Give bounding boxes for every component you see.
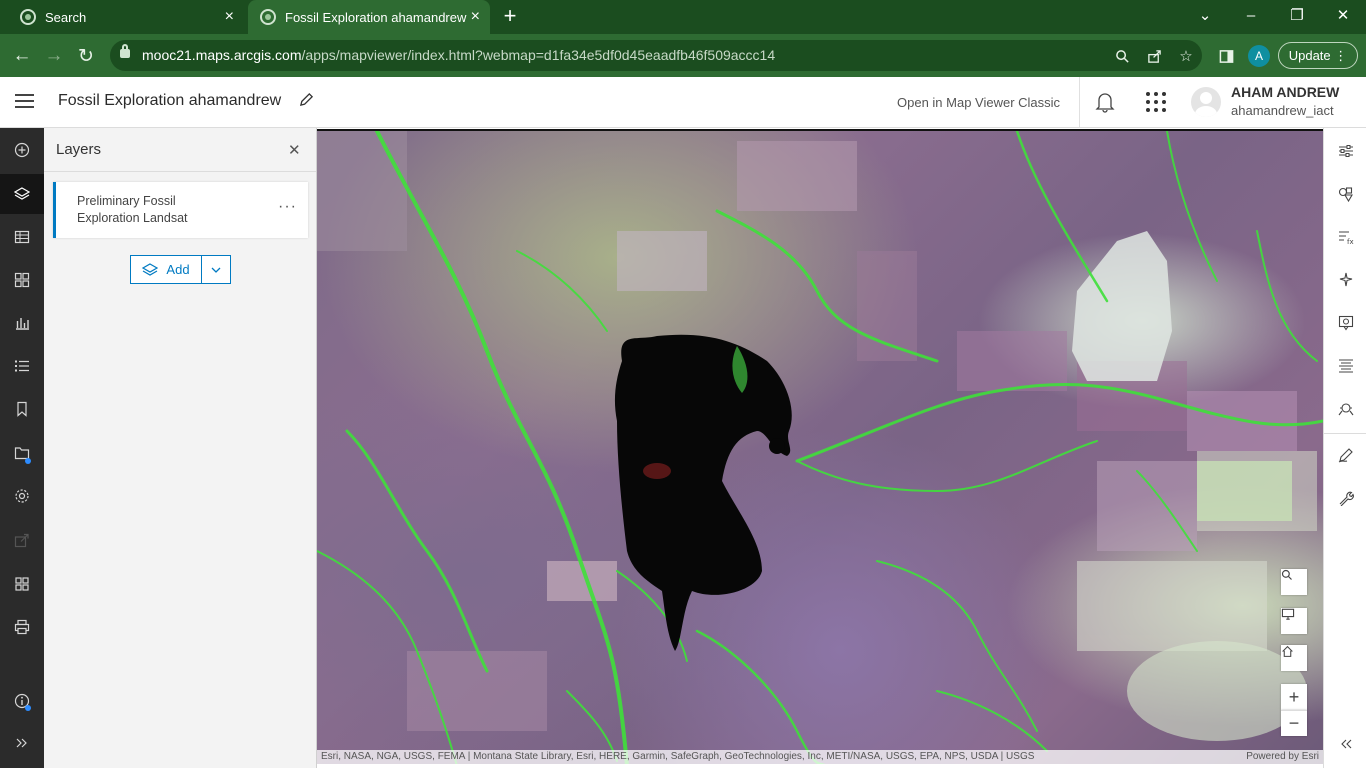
collapse-icon[interactable] [1324,722,1366,765]
home-icon[interactable] [1281,645,1307,671]
browser-tab-strip: Search × Fossil Exploration ahamandrew ×… [0,0,1366,34]
map-attribution[interactable]: Esri, NASA, NGA, USGS, FEMA | Montana St… [317,750,1323,764]
back-icon[interactable]: ← [8,42,36,70]
browser-toolbar: ← → ↻ mooc21.maps.arcgis.com/apps/mapvie… [0,34,1366,77]
fields-icon[interactable] [1324,344,1366,387]
header-divider [1079,77,1080,127]
profile-avatar[interactable]: A [1248,45,1270,67]
app-tiles-icon[interactable] [0,564,44,604]
close-icon[interactable]: ✕ [288,141,301,159]
analysis-icon[interactable] [1324,387,1366,430]
legend-list-icon[interactable] [0,346,44,386]
tab-title: Search [45,9,87,25]
effects-icon[interactable] [1324,258,1366,301]
panel-header: Layers ✕ [44,128,316,172]
address-bar[interactable]: mooc21.maps.arcgis.com/apps/mapviewer/in… [110,40,1202,71]
app-launcher-icon[interactable] [1146,92,1166,112]
bell-icon[interactable] [1095,91,1115,113]
notification-dot [25,458,31,464]
table-icon[interactable] [0,217,44,257]
minimize-icon[interactable]: – [1228,0,1274,30]
properties-icon[interactable] [1324,129,1366,172]
add-layer-icon[interactable] [0,130,44,170]
sketch-icon[interactable] [1324,433,1366,476]
globe-icon [20,9,36,25]
bookmark-icon[interactable] [0,389,44,429]
gear-icon[interactable] [0,476,44,516]
left-action-bar [0,128,44,768]
bar-chart-icon[interactable] [0,303,44,343]
menu-dots-icon: ⋮ [1334,47,1348,63]
globe-icon [260,9,276,25]
restore-icon[interactable]: ❐ [1274,0,1320,30]
close-icon[interactable]: × [225,9,234,25]
field-parcels [317,131,1317,731]
open-classic-link[interactable]: Open in Map Viewer Classic [897,95,1060,110]
reload-icon[interactable]: ↻ [72,42,100,70]
powered-by-esri[interactable]: Powered by Esri [1246,750,1319,764]
app-header: Fossil Exploration ahamandrew Open in Ma… [0,77,1366,128]
layers-panel: Layers ✕ Preliminary Fossil Exploration … [44,128,317,768]
layer-name: Preliminary Fossil Exploration Landsat [77,194,188,225]
add-button[interactable]: Add [131,256,202,283]
new-tab-button[interactable]: + [499,5,521,27]
zoom-out-icon[interactable]: − [1281,710,1307,736]
folder-icon[interactable] [0,433,44,473]
expand-icon[interactable] [0,723,44,763]
layers-icon [142,262,159,276]
filter-expression-icon[interactable]: fx [1324,215,1366,258]
monitor-icon[interactable] [1281,608,1307,634]
dashboard-icon[interactable] [0,260,44,300]
panel-title: Layers [56,141,102,158]
satellite-imagery [317,131,1323,764]
styles-icon[interactable] [1324,172,1366,215]
map-view[interactable]: + − Esri, NASA, NGA, USGS, FEMA | Montan… [317,129,1323,764]
user-name[interactable]: AHAM ANDREW [1231,84,1339,100]
tab-search[interactable]: Search × [8,0,244,34]
layers-icon[interactable] [0,174,44,214]
chevron-down-icon[interactable] [202,256,230,283]
tab-fossil-exploration[interactable]: Fossil Exploration ahamandrew × [248,0,490,34]
star-icon[interactable]: ☆ [1174,44,1198,68]
more-options-icon[interactable]: ··· [278,198,297,216]
right-tool-bar: fx [1323,128,1366,768]
url-text[interactable]: mooc21.maps.arcgis.com/apps/mapviewer/in… [142,47,775,63]
page-title: Fossil Exploration ahamandrew [58,92,282,109]
print-icon[interactable] [0,607,44,647]
avatar[interactable] [1191,87,1221,117]
share-icon[interactable] [0,520,44,560]
add-label: Add [166,262,190,277]
search-icon[interactable] [1281,569,1307,595]
tab-search-icon[interactable]: ⌄ [1182,0,1228,30]
add-layer-group: Add [130,255,231,284]
popups-icon[interactable] [1324,301,1366,344]
info-icon[interactable] [0,681,44,721]
forward-icon[interactable]: → [40,42,68,70]
svg-text:fx: fx [1347,238,1354,245]
lock-icon [120,44,130,58]
tab-title: Fossil Exploration ahamandrew [285,9,467,25]
pencil-icon[interactable] [299,92,314,112]
wrench-icon[interactable] [1324,476,1366,519]
zoom-icon[interactable] [1110,44,1134,68]
notification-dot [25,705,31,711]
update-button[interactable]: Update ⋮ [1278,42,1358,69]
side-panel-icon[interactable] [1212,42,1240,70]
window-close-icon[interactable]: ✕ [1320,0,1366,30]
update-label: Update [1288,48,1331,63]
share-icon[interactable] [1142,44,1166,68]
hamburger-menu-icon[interactable] [15,94,34,109]
close-icon[interactable]: × [471,9,480,25]
layer-item[interactable]: Preliminary Fossil Exploration Landsat ·… [53,182,308,238]
user-id[interactable]: ahamandrew_iact [1231,103,1334,118]
zoom-in-icon[interactable]: + [1281,684,1307,710]
